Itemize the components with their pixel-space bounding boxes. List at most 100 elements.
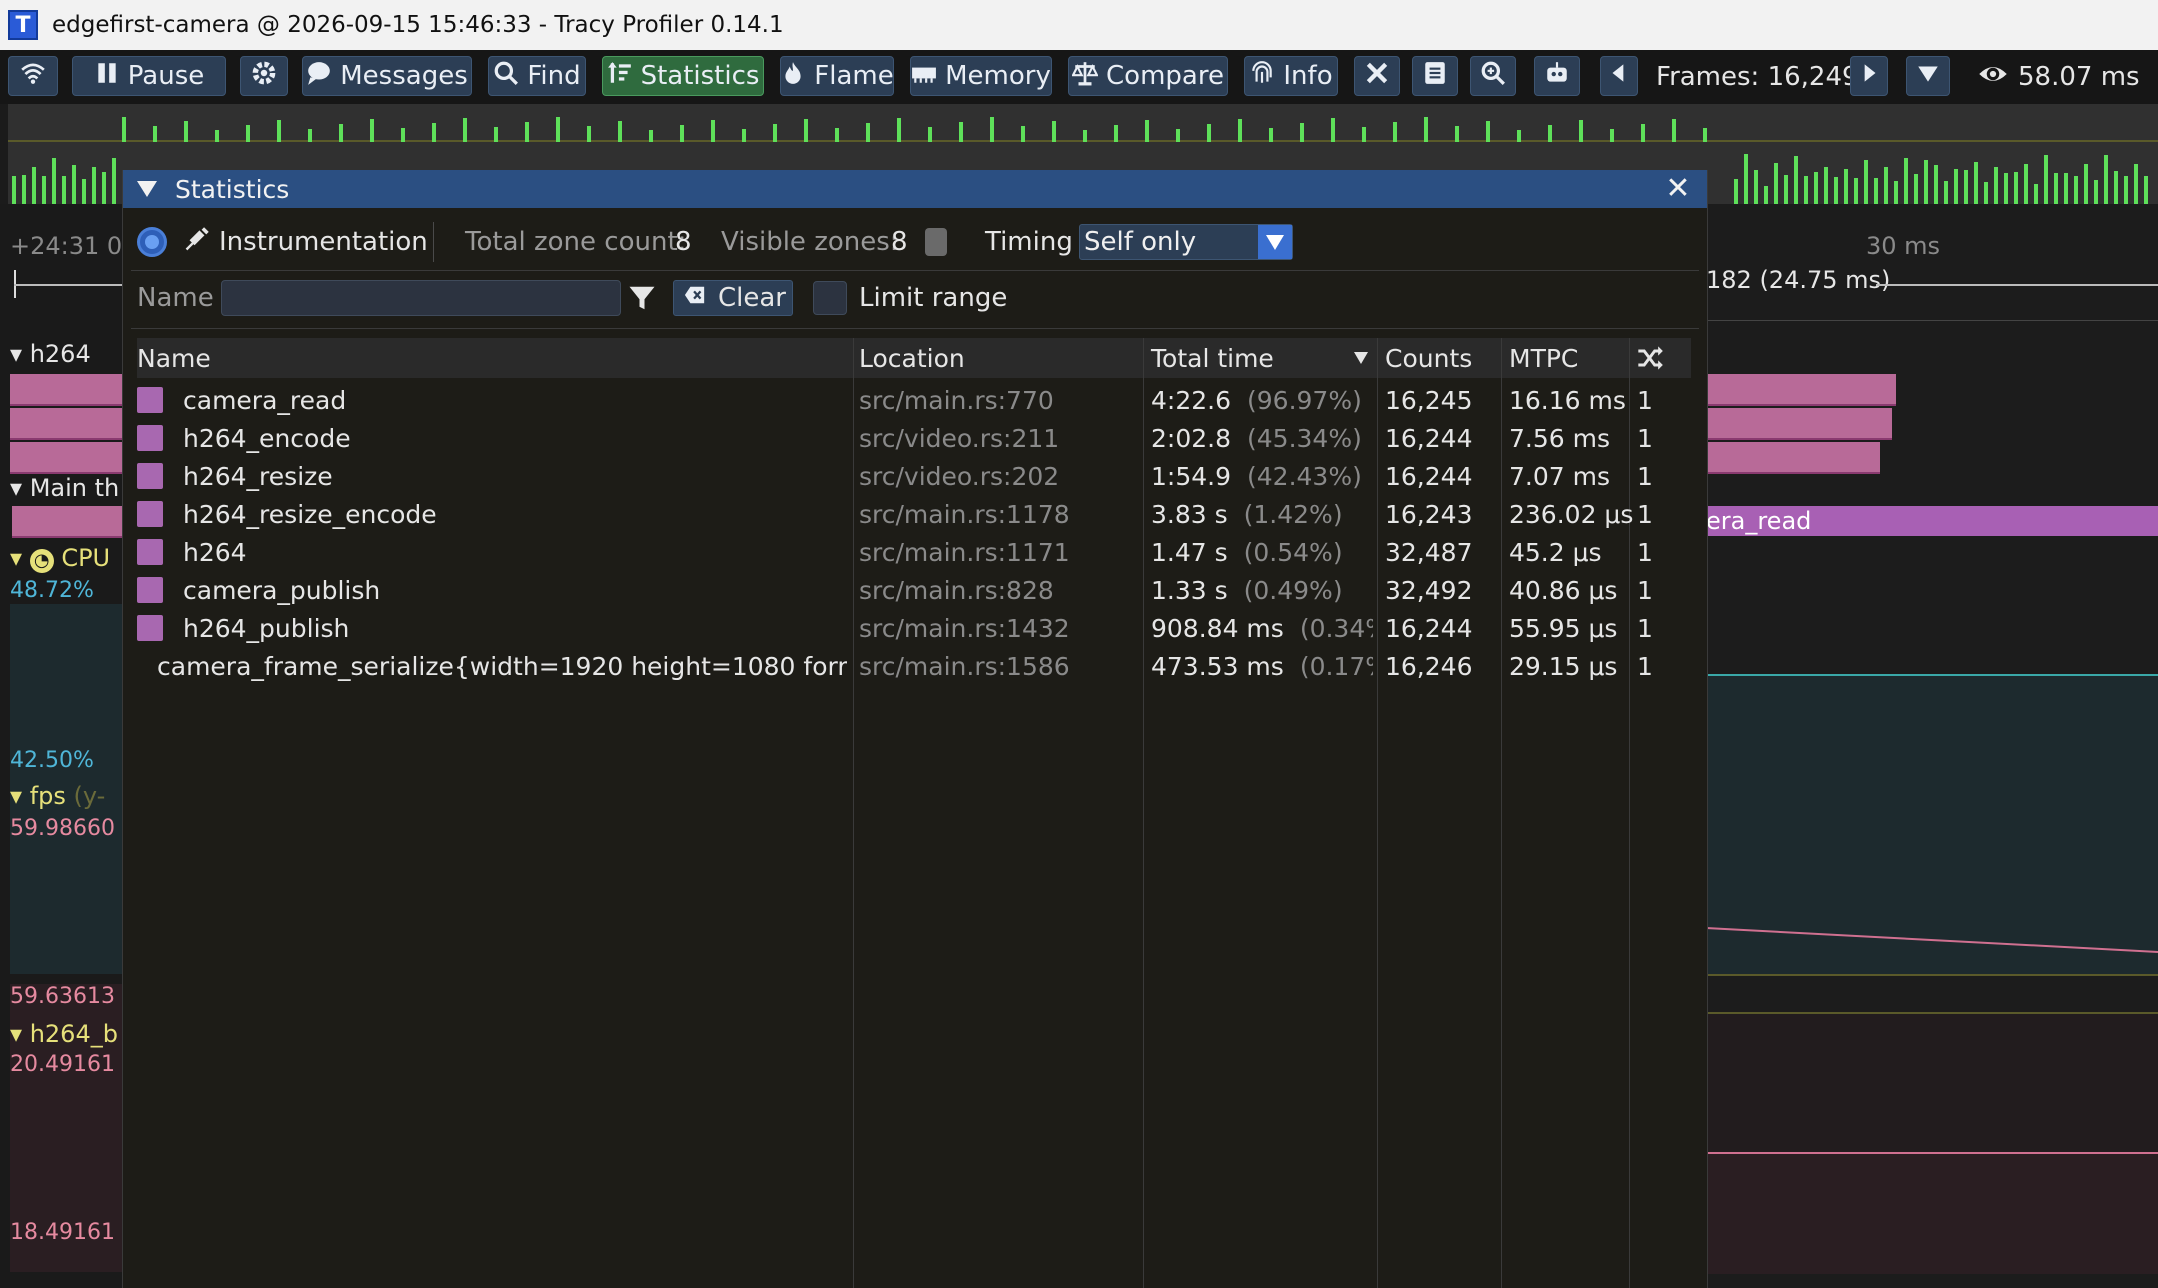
frame-bar[interactable] — [1145, 120, 1149, 142]
frame-bar[interactable] — [112, 158, 116, 204]
collapse-triangle-icon[interactable] — [137, 181, 157, 197]
frame-bar[interactable] — [52, 158, 56, 204]
frame-bar[interactable] — [1944, 181, 1948, 204]
info-button[interactable]: Info — [1244, 56, 1338, 96]
frame-bar[interactable] — [1964, 170, 1968, 204]
frame-bar[interactable] — [742, 129, 746, 142]
frame-bar[interactable] — [2014, 172, 2018, 204]
table-row[interactable]: camera_frame_serialize{width=1920 height… — [137, 647, 1691, 685]
mode-instrumentation[interactable]: Instrumentation — [183, 222, 428, 262]
zone-bar[interactable] — [1706, 374, 1896, 406]
frame-bar[interactable] — [1269, 128, 1273, 142]
frame-bar[interactable] — [401, 128, 405, 142]
frame-bar[interactable] — [1548, 125, 1552, 142]
clear-filter-button[interactable]: Clear — [673, 278, 793, 318]
compare-button[interactable]: Compare — [1068, 56, 1228, 96]
memory-button[interactable]: Memory — [910, 56, 1052, 96]
frame-bar[interactable] — [1774, 163, 1778, 204]
zone-color-swatch[interactable] — [137, 577, 163, 603]
frame-bar[interactable] — [1954, 169, 1958, 204]
frame-bar[interactable] — [618, 121, 622, 142]
frame-bar[interactable] — [1424, 117, 1428, 142]
table-row[interactable]: h264_encode src/video.rs:211 2:02.8 (45.34%… — [137, 419, 1691, 457]
frame-bar[interactable] — [12, 176, 16, 204]
prev-frame-button[interactable] — [1600, 56, 1638, 96]
frame-bar[interactable] — [122, 117, 126, 142]
find-button[interactable]: Find — [488, 56, 586, 96]
frame-bar[interactable] — [2074, 176, 2078, 204]
frame-bar[interactable] — [2064, 173, 2068, 204]
frame-bar[interactable] — [1610, 129, 1614, 142]
thread-main-label[interactable]: ▾ Main th — [10, 474, 119, 502]
zone-color-swatch[interactable] — [137, 615, 163, 641]
frame-bar[interactable] — [804, 119, 808, 142]
frame-bar[interactable] — [1703, 128, 1707, 142]
frame-bar[interactable] — [2034, 184, 2038, 204]
frame-bar[interactable] — [1114, 125, 1118, 142]
frame-bar[interactable] — [1362, 127, 1366, 142]
frame-bar[interactable] — [990, 117, 994, 142]
name-filter-input[interactable] — [221, 280, 621, 316]
frame-bar[interactable] — [2094, 180, 2098, 204]
zone-bar[interactable] — [10, 442, 122, 474]
frame-bar[interactable] — [1784, 175, 1788, 204]
zone-bar[interactable] — [10, 408, 122, 440]
zone-color-swatch[interactable] — [137, 387, 163, 413]
frame-bar[interactable] — [62, 176, 66, 204]
table-row[interactable]: h264_resize_encode src/main.rs:1178 3.83 s… — [137, 495, 1691, 533]
zone-camera-read[interactable]: era_read — [1706, 506, 2158, 536]
frame-bar[interactable] — [494, 127, 498, 142]
frame-bar[interactable] — [1844, 169, 1848, 204]
frame-bar[interactable] — [277, 120, 281, 142]
table-row[interactable]: camera_read src/main.rs:770 4:22.6 (96.97%)… — [137, 381, 1691, 419]
zone-bar[interactable] — [1706, 408, 1892, 440]
frame-bar[interactable] — [1393, 122, 1397, 142]
col-header-mtpc[interactable]: MTPC — [1509, 338, 1578, 378]
messages-button[interactable]: Messages — [302, 56, 472, 96]
frame-bar[interactable] — [680, 125, 684, 142]
frame-bar[interactable] — [773, 124, 777, 142]
location-cell[interactable]: src/main.rs:1432 — [859, 609, 1139, 647]
frame-bar[interactable] — [897, 118, 901, 142]
frame-bar[interactable] — [1641, 124, 1645, 142]
frame-bar[interactable] — [1672, 119, 1676, 142]
frame-bar[interactable] — [1794, 156, 1798, 204]
location-cell[interactable]: src/main.rs:1586 — [859, 647, 1139, 685]
frame-bar[interactable] — [2044, 155, 2048, 204]
zone-color-swatch[interactable] — [137, 425, 163, 451]
frame-bar[interactable] — [2144, 176, 2148, 204]
frame-bar[interactable] — [1579, 120, 1583, 142]
frame-bar[interactable] — [72, 165, 76, 204]
thread-h264-label[interactable]: ▾ h264 — [10, 340, 91, 368]
frame-bar[interactable] — [308, 129, 312, 142]
location-cell[interactable]: src/main.rs:770 — [859, 381, 1139, 419]
frame-bar[interactable] — [928, 127, 932, 142]
frame-bar[interactable] — [959, 122, 963, 142]
frame-bar[interactable] — [835, 128, 839, 142]
location-cell[interactable]: src/main.rs:1178 — [859, 495, 1139, 533]
frame-bar[interactable] — [1974, 162, 1978, 204]
frame-bar[interactable] — [1238, 119, 1242, 142]
zone-color-swatch[interactable] — [137, 501, 163, 527]
cpu-plot-label[interactable]: ▾ ◔ CPU — [10, 544, 110, 573]
frame-bar[interactable] — [2084, 164, 2088, 204]
zone-color-swatch[interactable] — [137, 463, 163, 489]
frame-bar[interactable] — [1934, 165, 1938, 204]
frame-bar[interactable] — [2024, 164, 2028, 204]
zone-bar[interactable] — [12, 506, 122, 538]
tools-button[interactable] — [1354, 56, 1400, 96]
frame-bar[interactable] — [1764, 186, 1768, 204]
frame-bar[interactable] — [2114, 171, 2118, 204]
frame-bar[interactable] — [1834, 177, 1838, 204]
frame-bar[interactable] — [866, 123, 870, 142]
frame-bar[interactable] — [1052, 121, 1056, 142]
table-row[interactable]: camera_publish src/main.rs:828 1.33 s (0.49… — [137, 571, 1691, 609]
frame-bar[interactable] — [1804, 176, 1808, 204]
frame-bar[interactable] — [1824, 167, 1828, 204]
frame-bar[interactable] — [2124, 176, 2128, 204]
frame-bar[interactable] — [1914, 174, 1918, 204]
frame-bar[interactable] — [556, 117, 560, 142]
visible-zones-toggle[interactable] — [925, 222, 947, 262]
connection-button[interactable] — [8, 56, 58, 96]
close-icon[interactable]: ✕ — [1663, 174, 1693, 204]
